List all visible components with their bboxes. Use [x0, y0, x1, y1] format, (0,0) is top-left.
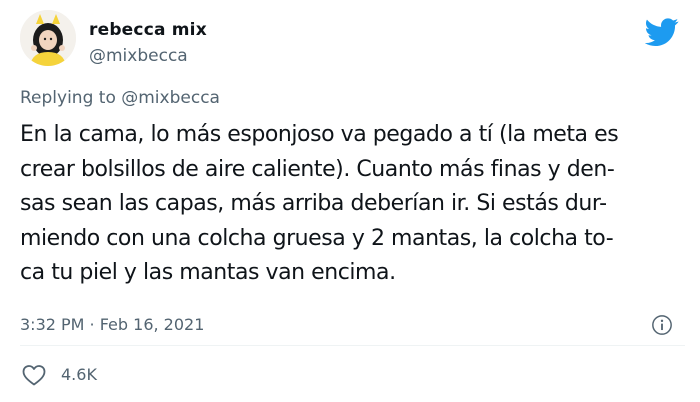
- author-handle[interactable]: @mixbecca: [89, 46, 188, 66]
- tweet-text-line: miendo con una colcha gruesa y 2 mantas,…: [20, 225, 614, 251]
- tweet-text: En la cama, lo más esponjoso va pegado a…: [20, 118, 692, 291]
- divider: [20, 345, 685, 346]
- replying-prefix: Replying to: [20, 88, 116, 108]
- author-name[interactable]: rebecca mix: [89, 20, 207, 40]
- tweet-timestamp[interactable]: 3:32 PM · Feb 16, 2021: [20, 315, 204, 334]
- twitter-bird-icon[interactable]: [645, 15, 679, 49]
- tweet-text-line: sas sean las capas, más arriba deberían …: [20, 191, 607, 216]
- tweet-text-line: En la cama, lo más esponjoso va pegado a…: [20, 122, 619, 147]
- replying-mention[interactable]: @mixbecca: [121, 88, 220, 108]
- avatar[interactable]: [20, 10, 76, 66]
- tweet-text-line: ca tu piel y las mantas van encima.: [20, 260, 396, 285]
- replying-to: Replying to @mixbecca: [20, 88, 220, 108]
- like-count[interactable]: 4.6K: [61, 365, 97, 384]
- tweet-card: rebecca mix @mixbecca Replying to @mixbe…: [0, 0, 700, 402]
- tweet-text-line: crear bolsillos de aire caliente). Cuant…: [20, 156, 615, 182]
- info-icon[interactable]: [651, 314, 673, 336]
- heart-icon[interactable]: [22, 364, 46, 386]
